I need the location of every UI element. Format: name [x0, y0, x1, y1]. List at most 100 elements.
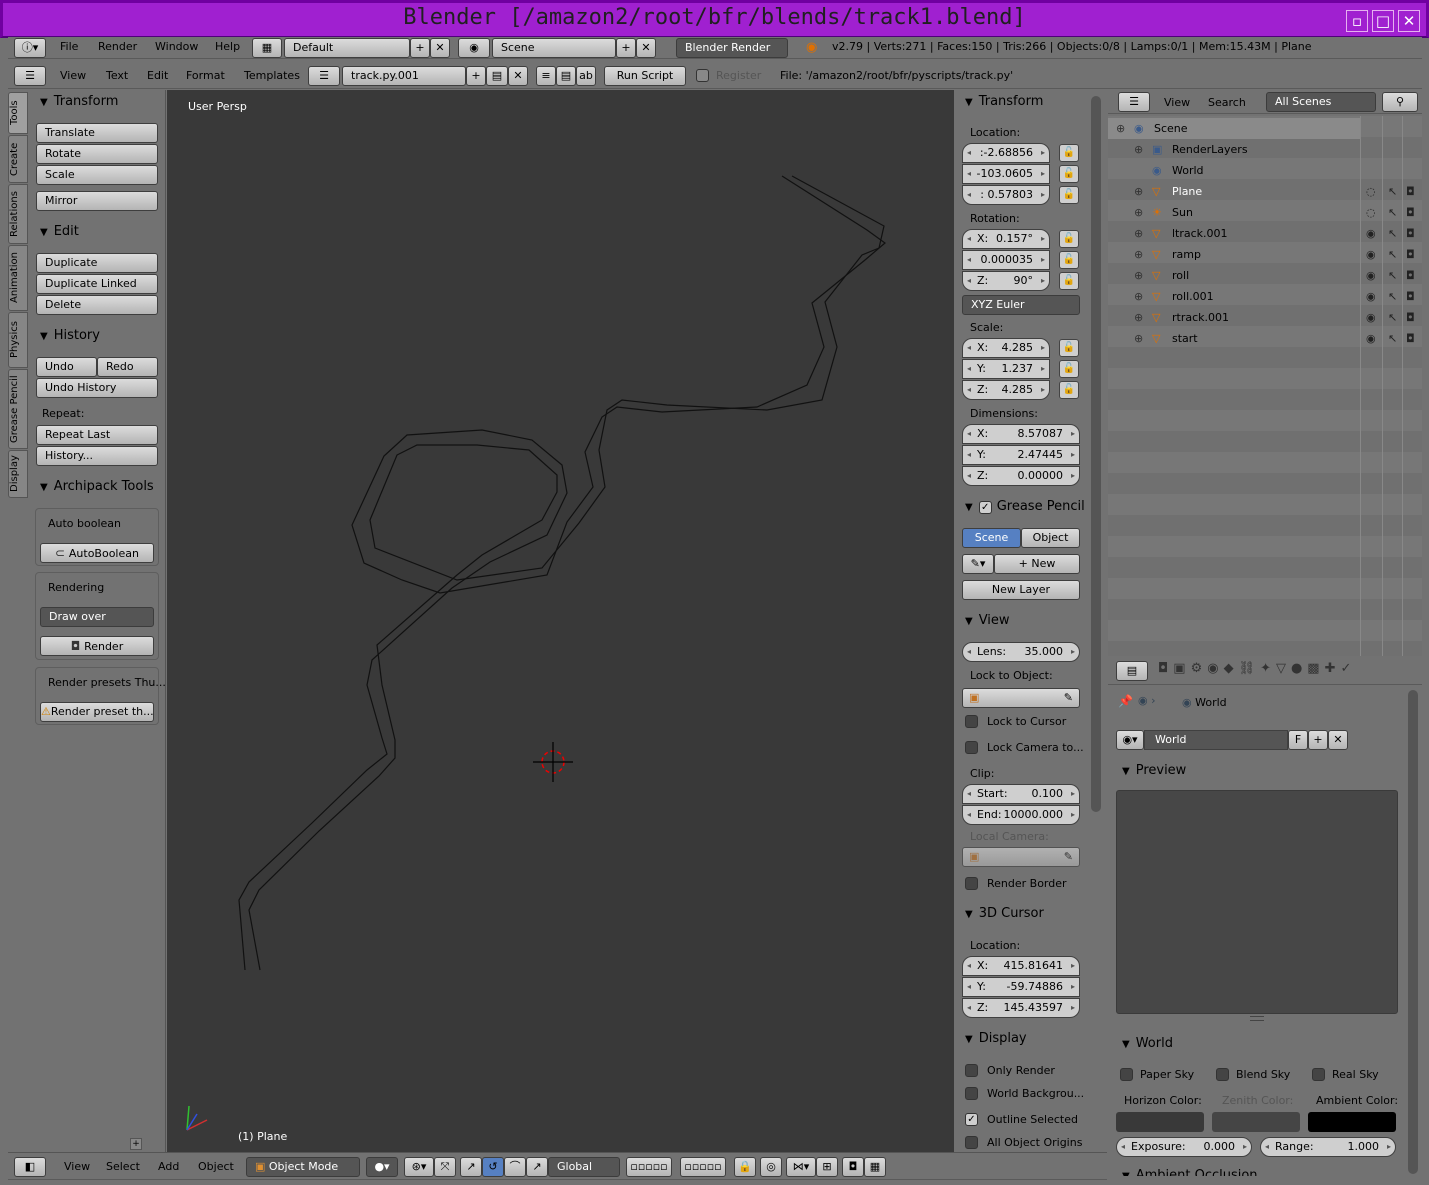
autoboolean-button[interactable]: ⊂ AutoBoolean: [40, 543, 154, 563]
manipulator-icon[interactable]: ⤧: [434, 1157, 456, 1177]
cursor-z-field[interactable]: ◂ Z: 145.43597 ▸: [962, 998, 1080, 1018]
grease-new-button[interactable]: + New: [994, 554, 1080, 574]
screen-layout-field[interactable]: Default: [284, 38, 410, 58]
renderable-camera-icon[interactable]: ◘: [1406, 307, 1415, 328]
horizon-color-swatch[interactable]: [1116, 1112, 1204, 1132]
viewport-3d[interactable]: User Persp (1) Plane: [167, 90, 954, 1152]
grease-pencil-title[interactable]: ▼ ✓ Grease Pencil: [965, 499, 1085, 514]
scale-manipulator-icon[interactable]: ⌒: [504, 1157, 526, 1177]
undo-history-button[interactable]: Undo History: [36, 378, 158, 398]
fake-user-button[interactable]: F: [1288, 730, 1308, 750]
clip-end-field[interactable]: ◂ End: 10000.000 ▸: [962, 805, 1080, 825]
scale-z-field[interactable]: ◂ Z: 4.285 ▸: [962, 380, 1050, 400]
duplicate-button[interactable]: Duplicate: [36, 253, 158, 273]
cursor-panel-title[interactable]: ▼ 3D Cursor: [965, 906, 1044, 921]
outliner-filter-select[interactable]: All Scenes: [1266, 92, 1376, 112]
line-numbers-icon[interactable]: ≡: [536, 66, 556, 86]
translate-button[interactable]: Translate: [36, 123, 158, 143]
tool-shelf-expand-icon[interactable]: +: [130, 1138, 142, 1150]
opengl-render-icon[interactable]: ◘: [842, 1157, 864, 1177]
visibility-eye-icon[interactable]: ◌: [1366, 202, 1376, 223]
expand-icon[interactable]: ⊕: [1116, 118, 1125, 139]
editor-type-3d-icon[interactable]: ◧: [14, 1157, 46, 1177]
new-layer-button[interactable]: New Layer: [962, 580, 1080, 600]
outliner-item-scene[interactable]: ⊕ ◉ Scene: [1108, 118, 1424, 139]
pencil-icon[interactable]: ✎▾: [962, 554, 994, 574]
expand-icon[interactable]: ⊕: [1134, 286, 1143, 307]
editor-type-outliner-icon[interactable]: ☰: [1118, 92, 1150, 112]
cursor-x-field[interactable]: ◂ X: 415.81641 ▸: [962, 956, 1080, 976]
visibility-eye-icon[interactable]: ◉: [1366, 223, 1376, 244]
maximize-icon[interactable]: □: [1372, 10, 1394, 32]
expand-icon[interactable]: ⊕: [1134, 328, 1143, 349]
mirror-button[interactable]: Mirror: [36, 191, 158, 211]
render-button[interactable]: ◘ Render: [40, 636, 154, 656]
expand-icon[interactable]: ⊕: [1134, 244, 1143, 265]
outline-selected-checkbox[interactable]: ✓: [965, 1113, 978, 1126]
renderable-camera-icon[interactable]: ◘: [1406, 181, 1415, 202]
expand-icon[interactable]: ⊕: [1134, 307, 1143, 328]
remove-scene-icon[interactable]: ✕: [636, 38, 656, 58]
opengl-animation-icon[interactable]: ▦: [864, 1157, 886, 1177]
tab-display[interactable]: Display: [8, 450, 28, 498]
grease-scene-tab[interactable]: Scene: [962, 528, 1021, 548]
selectable-cursor-icon[interactable]: ↖: [1388, 286, 1397, 307]
render-border-checkbox[interactable]: [965, 877, 978, 890]
exposure-field[interactable]: ◂ Exposure: 0.000 ▸: [1116, 1137, 1252, 1157]
range-field[interactable]: ◂ Range: 1.000 ▸: [1260, 1137, 1396, 1157]
menu-render[interactable]: Render: [98, 37, 137, 57]
lock-rotation-y-icon[interactable]: 🔓: [1059, 251, 1079, 269]
text-menu-format[interactable]: Format: [186, 66, 225, 86]
world-background-checkbox[interactable]: [965, 1087, 978, 1100]
lock-scale-x-icon[interactable]: 🔓: [1059, 339, 1079, 357]
translate-manipulator-icon[interactable]: ↗: [460, 1157, 482, 1177]
lock-rotation-z-icon[interactable]: 🔓: [1059, 272, 1079, 290]
expand-icon[interactable]: ⊕: [1134, 223, 1143, 244]
syntax-highlight-icon[interactable]: ab: [576, 66, 596, 86]
outliner-item-ltrack-001[interactable]: ⊕ ▽ ltrack.001 ◉ ↖ ◘: [1108, 223, 1424, 244]
lock-rotation-x-icon[interactable]: 🔓: [1059, 230, 1079, 248]
menu-window[interactable]: Window: [155, 37, 198, 57]
preview-panel-title[interactable]: ▼ Preview: [1122, 763, 1186, 778]
renderable-camera-icon[interactable]: ◘: [1406, 265, 1415, 286]
selectable-cursor-icon[interactable]: ↖: [1388, 328, 1397, 349]
sidebar-scrollbar[interactable]: [1091, 96, 1101, 812]
paper-sky-checkbox[interactable]: [1120, 1068, 1133, 1081]
expand-icon[interactable]: ⊕: [1134, 265, 1143, 286]
scene-icon[interactable]: ◉: [458, 38, 490, 58]
visibility-eye-icon[interactable]: ◉: [1366, 286, 1376, 307]
pivot-icon[interactable]: ⊛▾: [404, 1157, 434, 1177]
lock-layers-icon[interactable]: 🔒: [734, 1157, 756, 1177]
rotate-manipulator-icon[interactable]: ↺: [482, 1157, 504, 1177]
tab-physics[interactable]: Physics: [8, 312, 28, 368]
zenith-color-swatch[interactable]: [1212, 1112, 1300, 1132]
outliner-item-plane[interactable]: ⊕ ▽ Plane ◌ ↖ ◘: [1108, 181, 1424, 202]
scale-y-field[interactable]: ◂ Y: 1.237 ▸: [962, 359, 1050, 379]
renderable-camera-icon[interactable]: ◘: [1406, 328, 1415, 349]
text-menu-view[interactable]: View: [60, 66, 86, 86]
editor-type-info-icon[interactable]: ⓘ▾: [14, 38, 46, 58]
scale-button[interactable]: Scale: [36, 165, 158, 185]
outliner-item-roll[interactable]: ⊕ ▽ roll ◉ ↖ ◘: [1108, 265, 1424, 286]
tab-animation[interactable]: Animation: [8, 245, 28, 311]
display-panel-title[interactable]: ▼ Display: [965, 1031, 1027, 1046]
tab-grease-pencil[interactable]: Grease Pencil: [8, 369, 28, 449]
tab-create[interactable]: Create: [8, 135, 28, 183]
expand-icon[interactable]: ⊕: [1134, 139, 1143, 160]
world-panel-title[interactable]: ▼ World: [1122, 1036, 1173, 1051]
outliner-item-start[interactable]: ⊕ ▽ start ◉ ↖ ◘: [1108, 328, 1424, 349]
history-button[interactable]: History...: [36, 446, 158, 466]
text-menu-text[interactable]: Text: [106, 66, 128, 86]
selectable-cursor-icon[interactable]: ↖: [1388, 307, 1397, 328]
grease-pencil-checkbox[interactable]: ✓: [978, 501, 992, 514]
lock-to-cursor-checkbox[interactable]: [965, 715, 978, 728]
register-checkbox[interactable]: [696, 69, 709, 82]
ambient-occlusion-title[interactable]: ▼Ambient Occlusion: [1122, 1168, 1258, 1176]
view3d-menu-object[interactable]: Object: [198, 1157, 234, 1177]
unlink-text-icon[interactable]: ✕: [508, 66, 528, 86]
draw-over-select[interactable]: Draw over: [40, 607, 154, 627]
lock-location-z-icon[interactable]: 🔓: [1059, 186, 1079, 204]
render-preset-button[interactable]: ⚠Render preset th...: [40, 702, 154, 722]
preview-resize-handle[interactable]: [1250, 1016, 1264, 1021]
lock-scale-y-icon[interactable]: 🔓: [1059, 360, 1079, 378]
